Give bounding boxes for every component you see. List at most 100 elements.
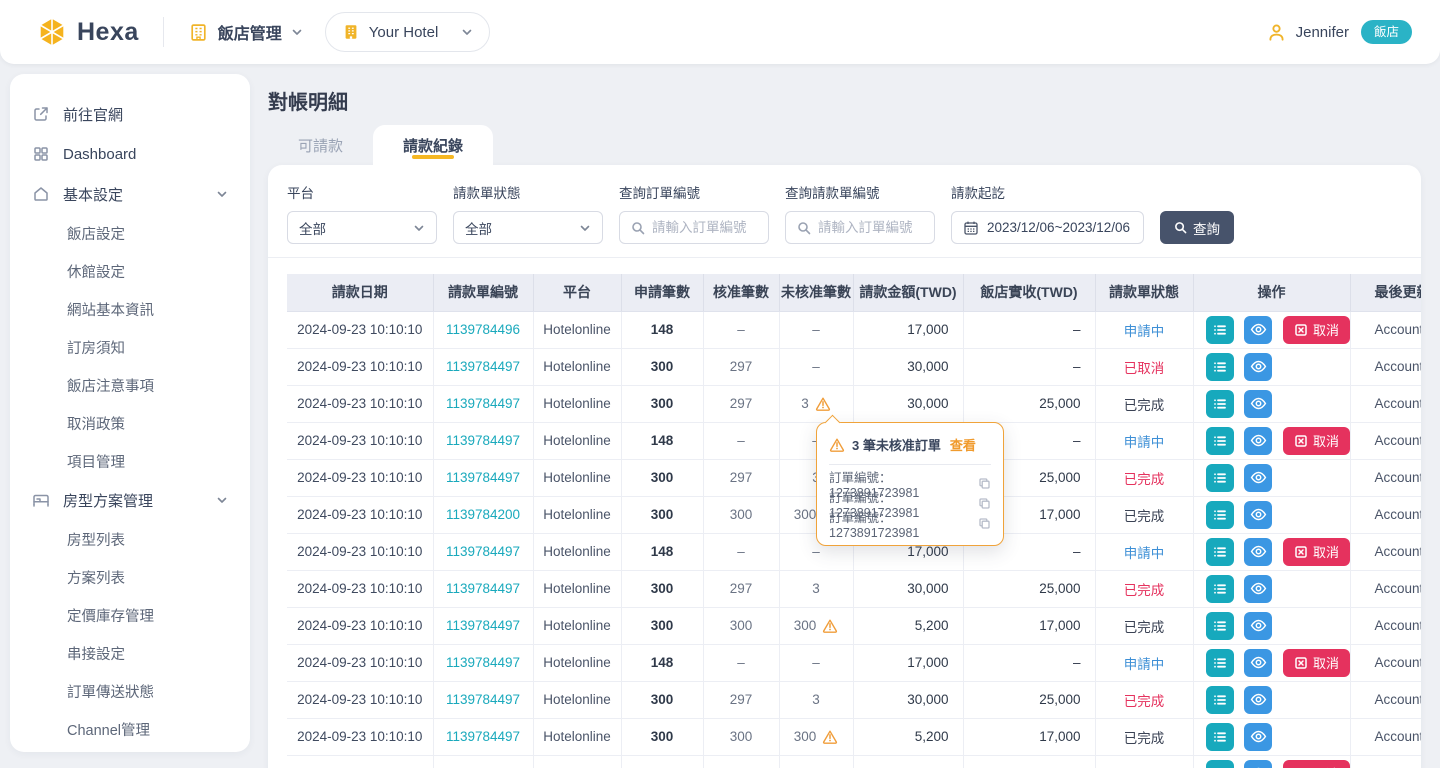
cell-approved: 300	[703, 496, 779, 533]
detail-list-button[interactable]	[1206, 575, 1234, 603]
tab-billing-records[interactable]: 請款紀錄	[373, 125, 493, 165]
view-button[interactable]	[1244, 760, 1272, 768]
invoice-link[interactable]: 1139784497	[446, 692, 520, 707]
warning-icon[interactable]	[822, 729, 838, 745]
sidebar-subitem-2-0[interactable]: 飯店設定	[10, 214, 250, 252]
cancel-button[interactable]: 取消	[1283, 316, 1350, 344]
view-button[interactable]	[1244, 316, 1272, 344]
eye-icon	[1250, 617, 1267, 634]
view-button[interactable]	[1244, 353, 1272, 381]
cancel-button-label: 取消	[1313, 764, 1339, 768]
invoice-status-select[interactable]: 全部	[453, 211, 603, 244]
detail-list-button[interactable]	[1206, 316, 1234, 344]
view-button[interactable]	[1244, 501, 1272, 529]
view-button[interactable]	[1244, 538, 1272, 566]
sidebar-item-2[interactable]: 基本設定	[10, 174, 250, 214]
view-button[interactable]	[1244, 427, 1272, 455]
cancel-button[interactable]: 取消	[1283, 649, 1350, 677]
sidebar-subitem-3-0[interactable]: 房型列表	[10, 520, 250, 558]
nav-hotel-management[interactable]: 飯店管理	[188, 20, 303, 44]
view-button[interactable]	[1244, 686, 1272, 714]
view-button[interactable]	[1244, 649, 1272, 677]
sidebar-subitem-3-1[interactable]: 方案列表	[10, 558, 250, 596]
detail-list-button[interactable]	[1206, 612, 1234, 640]
invoice-link[interactable]: 1139784497	[446, 396, 520, 411]
cell-amount: 5,200	[853, 718, 963, 755]
sidebar-subitem-2-2[interactable]: 網站基本資訊	[10, 290, 250, 328]
search-button[interactable]: 查詢	[1160, 211, 1234, 244]
sidebar-subitem-label: 方案列表	[67, 567, 125, 588]
detail-list-button[interactable]	[1206, 427, 1234, 455]
detail-list-button[interactable]	[1206, 390, 1234, 418]
cell-platform: Hotelonline	[533, 607, 621, 644]
sidebar-subitem-3-5[interactable]: Channel管理	[10, 710, 250, 748]
tab-billable[interactable]: 可請款	[268, 125, 373, 165]
user-name[interactable]: Jennifer	[1296, 24, 1349, 41]
copy-icon[interactable]	[978, 517, 991, 530]
sidebar-item-1[interactable]: Dashboard	[10, 134, 250, 174]
invoice-link[interactable]: 1139784497	[446, 433, 520, 448]
invoice-link[interactable]: 1139784497	[446, 729, 520, 744]
invoice-link[interactable]: 1139784497	[446, 359, 520, 374]
cancel-button[interactable]: 取消	[1283, 760, 1350, 768]
list-icon	[1212, 433, 1228, 449]
detail-list-button[interactable]	[1206, 464, 1234, 492]
sidebar-item-3[interactable]: 房型方案管理	[10, 480, 250, 520]
sidebar-subitem-2-1[interactable]: 休館設定	[10, 252, 250, 290]
building-outline-icon	[188, 22, 209, 43]
list-icon	[1212, 581, 1228, 597]
invoice-link[interactable]: 1139784497	[446, 655, 520, 670]
status-badge: 已完成	[1095, 570, 1193, 607]
sidebar-subitem-2-6[interactable]: 項目管理	[10, 442, 250, 480]
sidebar-item-0[interactable]: 前往官網	[10, 94, 250, 134]
warning-icon[interactable]	[822, 618, 838, 634]
warning-icon[interactable]	[815, 396, 831, 412]
cell-actions: 取消	[1193, 644, 1350, 681]
status-badge: 已取消	[1095, 348, 1193, 385]
date-range-picker[interactable]: 2023/12/06~2023/12/06	[951, 211, 1144, 244]
invoice-link[interactable]: 1139784497	[446, 470, 520, 485]
invoice-link[interactable]: 1139784497	[446, 544, 520, 559]
view-button[interactable]	[1244, 612, 1272, 640]
invoice-link[interactable]: 1139784497	[446, 618, 520, 633]
view-button[interactable]	[1244, 390, 1272, 418]
detail-list-button[interactable]	[1206, 353, 1234, 381]
tooltip-view-link[interactable]: 查看	[950, 435, 976, 454]
invoice-link[interactable]: 1139784200	[446, 507, 520, 522]
sidebar-subitem-2-4[interactable]: 飯店注意事項	[10, 366, 250, 404]
copy-icon[interactable]	[978, 477, 991, 490]
sidebar-subitem-2-5[interactable]: 取消政策	[10, 404, 250, 442]
eye-icon	[1250, 728, 1267, 745]
view-button[interactable]	[1244, 575, 1272, 603]
sidebar-subitem-3-2[interactable]: 定價庫存管理	[10, 596, 250, 634]
sidebar-subitem-2-3[interactable]: 訂房須知	[10, 328, 250, 366]
sidebar-subitem-3-3[interactable]: 串接設定	[10, 634, 250, 672]
copy-icon[interactable]	[978, 497, 991, 510]
view-button[interactable]	[1244, 723, 1272, 751]
cancel-button[interactable]: 取消	[1283, 538, 1350, 566]
order-no-filter-label: 查詢訂單編號	[619, 182, 769, 202]
hotel-selector[interactable]: Your Hotel	[325, 12, 491, 52]
invoice-no-input[interactable]	[818, 220, 923, 235]
detail-list-button[interactable]	[1206, 649, 1234, 677]
detail-list-button[interactable]	[1206, 760, 1234, 768]
column-header-9: 操作	[1193, 274, 1350, 311]
home-icon	[32, 185, 50, 203]
detail-list-button[interactable]	[1206, 538, 1234, 566]
view-button[interactable]	[1244, 464, 1272, 492]
detail-list-button[interactable]	[1206, 686, 1234, 714]
platform-select[interactable]: 全部	[287, 211, 437, 244]
detail-list-button[interactable]	[1206, 723, 1234, 751]
column-header-10: 最後更新	[1350, 274, 1421, 311]
cancel-button[interactable]: 取消	[1283, 427, 1350, 455]
invoice-link[interactable]: 1139784496	[446, 322, 520, 337]
detail-list-button[interactable]	[1206, 501, 1234, 529]
order-no-input[interactable]	[652, 220, 757, 235]
cell-received: 25,000	[963, 570, 1095, 607]
tooltip-title: 3 筆未核准訂單	[852, 435, 941, 454]
sidebar-subitem-3-4[interactable]: 訂單傳送狀態	[10, 672, 250, 710]
cell-platform: Hotelonline	[533, 755, 621, 768]
cell-last-update: Account	[1350, 681, 1421, 718]
invoice-link[interactable]: 1139784497	[446, 581, 520, 596]
cell-invoice: 1139784497	[433, 385, 533, 422]
